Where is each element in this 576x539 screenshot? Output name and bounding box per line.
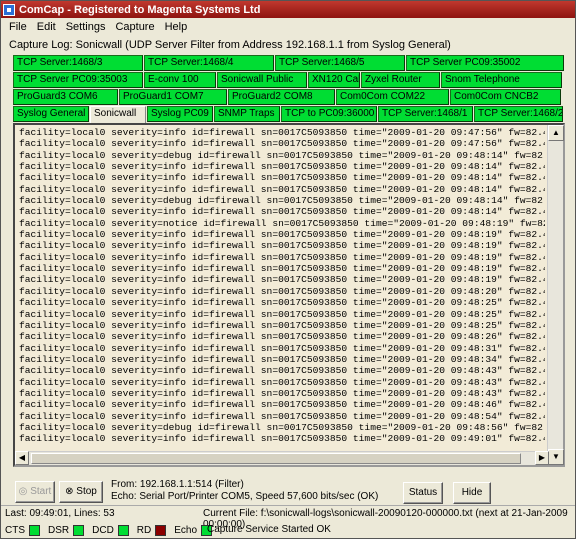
menu-bar: File Edit Settings Capture Help xyxy=(1,18,575,35)
indicator-label-dcd: DCD xyxy=(92,524,114,536)
tab-tcp-server-1468-3[interactable]: TCP Server:1468/3 xyxy=(13,55,143,71)
info-bar: Last: 09:49:01, Lines: 53 Current File: … xyxy=(1,505,575,530)
tab-com0com-cncb2[interactable]: Com0Com CNCB2 xyxy=(450,89,561,105)
indicator-label-echo: Echo xyxy=(174,524,198,536)
log-line: facility=local0 severity=info id=firewal… xyxy=(19,399,545,411)
menu-capture[interactable]: Capture xyxy=(111,21,160,33)
tab-snmp-traps[interactable]: SNMP Traps xyxy=(214,106,280,122)
window-title: ComCap - Registered to Magenta Systems L… xyxy=(19,3,261,16)
app-icon xyxy=(3,3,15,16)
log-line: facility=local0 severity=info id=firewal… xyxy=(19,410,545,422)
tab-row: TCP Server:1468/3 TCP Server:1468/4 TCP Se… xyxy=(13,55,565,71)
start-icon: ◎ xyxy=(18,486,31,497)
horizontal-scrollbar[interactable]: ◀ ▶ xyxy=(15,451,549,465)
tab-sonicwall-public[interactable]: Sonicwall Public xyxy=(217,72,307,88)
tab-proguard2-com8[interactable]: ProGuard2 COM8 xyxy=(228,89,335,105)
stop-button[interactable]: ⊗ Stop xyxy=(59,481,103,503)
log-line: facility=local0 severity=info id=firewal… xyxy=(19,229,545,241)
capture-log-label: Capture Log: Sonicwall (UDP Server Filte… xyxy=(9,39,451,51)
vertical-scrollbar[interactable]: ▲ ▼ xyxy=(547,125,564,465)
log-line: facility=local0 severity=info id=firewal… xyxy=(19,308,545,320)
tab-row: ProGuard3 COM6 ProGuard1 COM7 ProGuard2 CO… xyxy=(13,89,565,105)
tab-tcp-server-1468-1[interactable]: TCP Server:1468/1 xyxy=(378,106,473,122)
tab-xn120-calls[interactable]: XN120 Calls xyxy=(308,72,360,88)
tab-syslog-pc09[interactable]: Syslog PC09 xyxy=(147,106,213,122)
log-line: facility=local0 severity=info id=firewal… xyxy=(19,274,545,286)
scroll-down-icon[interactable]: ▼ xyxy=(548,449,564,465)
main-window: ComCap - Registered to Magenta Systems L… xyxy=(0,0,576,539)
stop-icon: ⊗ xyxy=(65,486,77,497)
log-line: facility=local0 severity=info id=firewal… xyxy=(19,433,545,445)
horizontal-scroll-thumb[interactable] xyxy=(31,453,521,464)
log-line: facility=local0 severity=info id=firewal… xyxy=(19,376,545,388)
tab-row: Syslog General Sonicwall Syslog PC09 SNMP T… xyxy=(13,106,565,124)
log-line: facility=local0 severity=debug id=firewa… xyxy=(19,421,545,433)
scroll-up-icon[interactable]: ▲ xyxy=(548,125,564,141)
tab-tcp-server-1468-4[interactable]: TCP Server:1468/4 xyxy=(144,55,274,71)
log-line: facility=local0 severity=debug id=firewa… xyxy=(19,149,545,161)
tab-tcp-server-1468-2[interactable]: TCP Server:1468/2 xyxy=(474,106,563,122)
led-cts-icon xyxy=(29,524,40,536)
menu-file[interactable]: File xyxy=(5,21,33,33)
tab-proguard1-com7[interactable]: ProGuard1 COM7 xyxy=(119,89,227,105)
led-dcd-icon xyxy=(117,524,129,536)
status-button[interactable]: Status xyxy=(403,482,443,504)
tab-sonicwall[interactable]: Sonicwall xyxy=(90,106,146,124)
log-text[interactable]: facility=local0 severity=info id=firewal… xyxy=(19,127,545,455)
last-lines-status: Last: 09:49:01, Lines: 53 xyxy=(5,508,115,519)
service-status: Capture Service Started OK xyxy=(207,524,331,535)
log-line: facility=local0 severity=info id=firewal… xyxy=(19,161,545,173)
capture-tabs: TCP Server:1468/3 TCP Server:1468/4 TCP Se… xyxy=(13,55,565,124)
tab-tcp-server-1468-5[interactable]: TCP Server:1468/5 xyxy=(275,55,405,71)
tab-e-conv-100[interactable]: E-conv 100 xyxy=(144,72,216,88)
log-line: facility=local0 severity=notice id=firew… xyxy=(19,217,545,229)
log-line: facility=local0 severity=debug id=firewa… xyxy=(19,195,545,207)
tab-row: TCP Server PC09:35003 E-conv 100 Sonicwall… xyxy=(13,72,565,88)
log-line: facility=local0 severity=info id=firewal… xyxy=(19,331,545,343)
tab-zyxel-router[interactable]: Zyxel Router xyxy=(361,72,440,88)
log-line: facility=local0 severity=info id=firewal… xyxy=(19,138,545,150)
log-line: facility=local0 severity=info id=firewal… xyxy=(19,297,545,309)
log-line: facility=local0 severity=info id=firewal… xyxy=(19,319,545,331)
menu-edit[interactable]: Edit xyxy=(33,21,62,33)
indicator-label-cts: CTS xyxy=(5,524,25,536)
echo-status: Echo: Serial Port/Printer COM5, Speed 57… xyxy=(111,491,379,502)
log-line: facility=local0 severity=info id=firewal… xyxy=(19,263,545,275)
from-status: From: 192.168.1.1:514 (Filter) xyxy=(111,479,244,490)
indicator-label-rd: RD xyxy=(136,524,152,536)
tab-com0com-com22[interactable]: Com0Com COM22 xyxy=(336,89,449,105)
tab-tcp-server-pc09-35002[interactable]: TCP Server PC09:35002 xyxy=(406,55,564,71)
log-line: facility=local0 severity=info id=firewal… xyxy=(19,387,545,399)
log-line: facility=local0 severity=info id=firewal… xyxy=(19,342,545,354)
scroll-left-icon[interactable]: ◀ xyxy=(15,451,29,465)
tab-proguard3-com6[interactable]: ProGuard3 COM6 xyxy=(13,89,118,105)
led-rd-icon xyxy=(155,524,167,536)
hide-button[interactable]: Hide xyxy=(453,482,491,504)
log-line: facility=local0 severity=info id=firewal… xyxy=(19,127,545,138)
tab-snom-telephone[interactable]: Snom Telephone xyxy=(441,72,562,88)
scroll-right-icon[interactable]: ▶ xyxy=(535,451,549,465)
log-line: facility=local0 severity=info id=firewal… xyxy=(19,251,545,263)
log-line: facility=local0 severity=info id=firewal… xyxy=(19,206,545,218)
log-line: facility=local0 severity=info id=firewal… xyxy=(19,285,545,297)
menu-settings[interactable]: Settings xyxy=(62,21,112,33)
log-line: facility=local0 severity=info id=firewal… xyxy=(19,183,545,195)
tab-tcp-to-pc09-36000[interactable]: TCP to PC09:36000 xyxy=(281,106,377,122)
log-line: facility=local0 severity=info id=firewal… xyxy=(19,240,545,252)
tab-syslog-general[interactable]: Syslog General xyxy=(13,106,89,122)
indicator-label-dsr: DSR xyxy=(48,524,70,536)
log-line: facility=local0 severity=info id=firewal… xyxy=(19,353,545,365)
title-bar[interactable]: ComCap - Registered to Magenta Systems L… xyxy=(1,1,575,18)
log-line: facility=local0 severity=info id=firewal… xyxy=(19,365,545,377)
log-area[interactable]: facility=local0 severity=info id=firewal… xyxy=(13,123,565,467)
tab-tcp-server-pc09-35003[interactable]: TCP Server PC09:35003 xyxy=(13,72,143,88)
menu-help[interactable]: Help xyxy=(161,21,194,33)
log-line: facility=local0 severity=info id=firewal… xyxy=(19,172,545,184)
led-dsr-icon xyxy=(73,524,85,536)
start-button[interactable]: ◎ Start xyxy=(15,481,55,503)
